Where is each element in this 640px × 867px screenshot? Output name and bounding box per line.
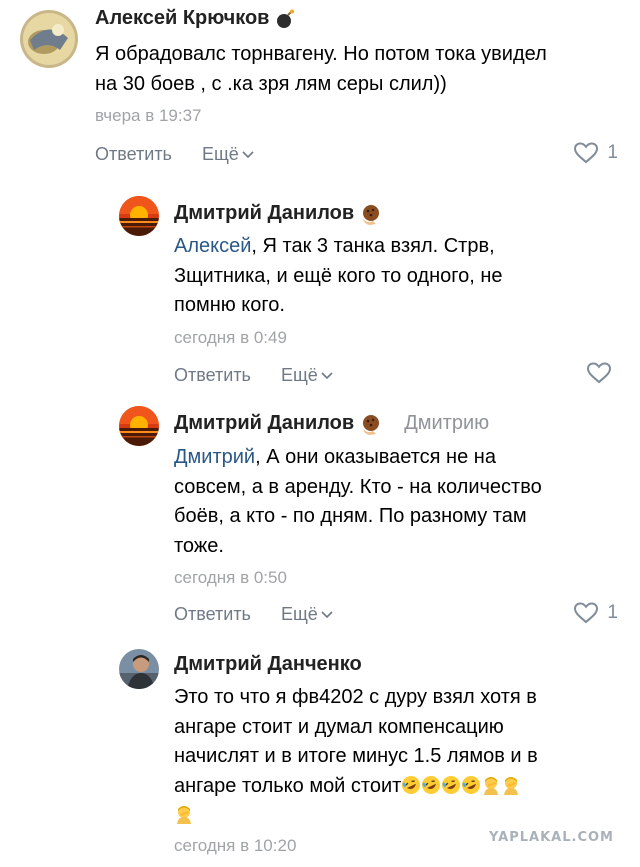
comment-time: сегодня в 0:50 bbox=[174, 568, 287, 587]
like-button[interactable]: 1 bbox=[573, 602, 618, 624]
comment-text: Я обрадовалс торнвагену. Но потом тока у… bbox=[95, 43, 547, 95]
cookie-hand-icon bbox=[363, 204, 380, 225]
rofl-emoji bbox=[441, 775, 461, 797]
reply-button[interactable]: Ответить bbox=[95, 144, 172, 165]
comment-time: сегодня в 0:49 bbox=[174, 328, 287, 347]
comment-text: Дмитрий, А они оказывается не на совсем,… bbox=[174, 446, 542, 557]
bomb-icon bbox=[277, 9, 295, 28]
like-button[interactable] bbox=[586, 362, 620, 384]
author-name[interactable]: Дмитрий Данилов bbox=[174, 202, 354, 225]
avatar[interactable] bbox=[20, 10, 78, 68]
reply-button[interactable]: Ответить bbox=[174, 604, 251, 625]
avatar[interactable] bbox=[119, 649, 159, 689]
author-name[interactable]: Алексей Крючков bbox=[95, 7, 269, 30]
avatar[interactable] bbox=[119, 406, 159, 446]
reply-to-label[interactable]: Дмитрию bbox=[404, 412, 489, 435]
watermark: YAPLAKAL.COM bbox=[489, 830, 614, 845]
rofl-emoji bbox=[401, 775, 421, 797]
more-button[interactable]: Ещё bbox=[202, 144, 254, 165]
author-name[interactable]: Дмитрий Данченко bbox=[174, 653, 362, 676]
heart-icon bbox=[574, 142, 599, 164]
author-name[interactable]: Дмитрий Данилов bbox=[174, 412, 354, 435]
emoji-row bbox=[174, 801, 624, 831]
heart-icon bbox=[586, 362, 612, 384]
more-button[interactable]: Ещё bbox=[281, 365, 333, 386]
comment-time: сегодня в 10:20 bbox=[174, 836, 297, 855]
avatar[interactable] bbox=[119, 196, 159, 236]
more-button[interactable]: Ещё bbox=[281, 604, 333, 625]
rofl-emoji bbox=[421, 775, 441, 797]
chevron-down-icon bbox=[242, 150, 254, 158]
man-facepalming-emoji bbox=[501, 775, 521, 797]
man-facepalming-emoji bbox=[174, 804, 194, 826]
chevron-down-icon bbox=[321, 610, 333, 618]
heart-icon bbox=[574, 602, 599, 624]
rofl-emoji bbox=[461, 775, 481, 797]
chevron-down-icon bbox=[321, 371, 333, 379]
comment-text: Алексей, Я так 3 танка взял. Стрв, Зщитн… bbox=[174, 235, 503, 316]
emoji-row bbox=[401, 775, 521, 797]
like-button[interactable]: 1 bbox=[573, 142, 618, 164]
man-facepalming-emoji bbox=[481, 775, 501, 797]
mention-link[interactable]: Алексей bbox=[174, 235, 251, 257]
like-count: 1 bbox=[607, 142, 618, 163]
comment-text: Это то что я фв4202 с дуру взял хотя в а… bbox=[174, 683, 624, 831]
cookie-hand-icon bbox=[363, 414, 380, 435]
like-count: 1 bbox=[607, 602, 618, 623]
mention-link[interactable]: Дмитрий bbox=[174, 446, 255, 468]
comment-time: вчера в 19:37 bbox=[95, 106, 202, 125]
reply-button[interactable]: Ответить bbox=[174, 365, 251, 386]
